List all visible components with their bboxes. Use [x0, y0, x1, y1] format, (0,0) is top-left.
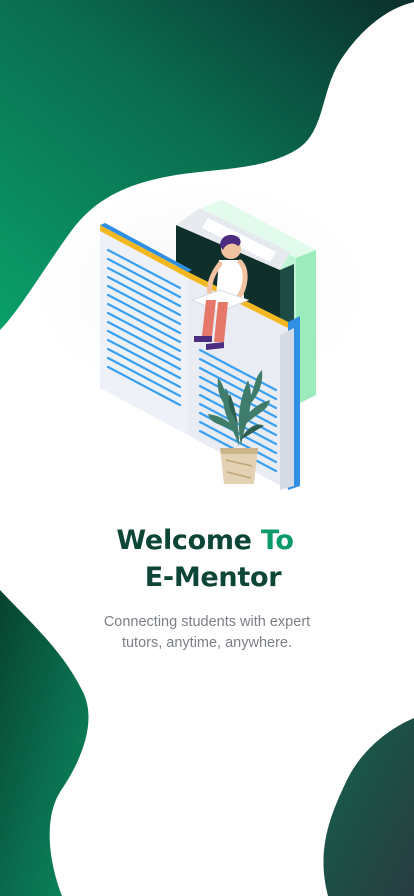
app-name: E-Mentor	[144, 562, 282, 593]
welcome-subtitle: Connecting students with expert tutors, …	[0, 612, 414, 654]
welcome-title-line1: Welcome To	[0, 522, 414, 559]
subtitle-line2: tutors, anytime, anywhere.	[121, 635, 293, 651]
welcome-word: Welcome	[116, 525, 252, 556]
welcome-title: Welcome To E-Mentor	[0, 522, 414, 596]
to-word: To	[260, 525, 294, 556]
student-books-illustration	[100, 200, 316, 490]
bottom-right-blob	[323, 718, 414, 896]
welcome-screen: Welcome To E-Mentor Connecting students …	[0, 0, 414, 896]
subtitle-line1: Connecting students with expert	[103, 614, 311, 630]
